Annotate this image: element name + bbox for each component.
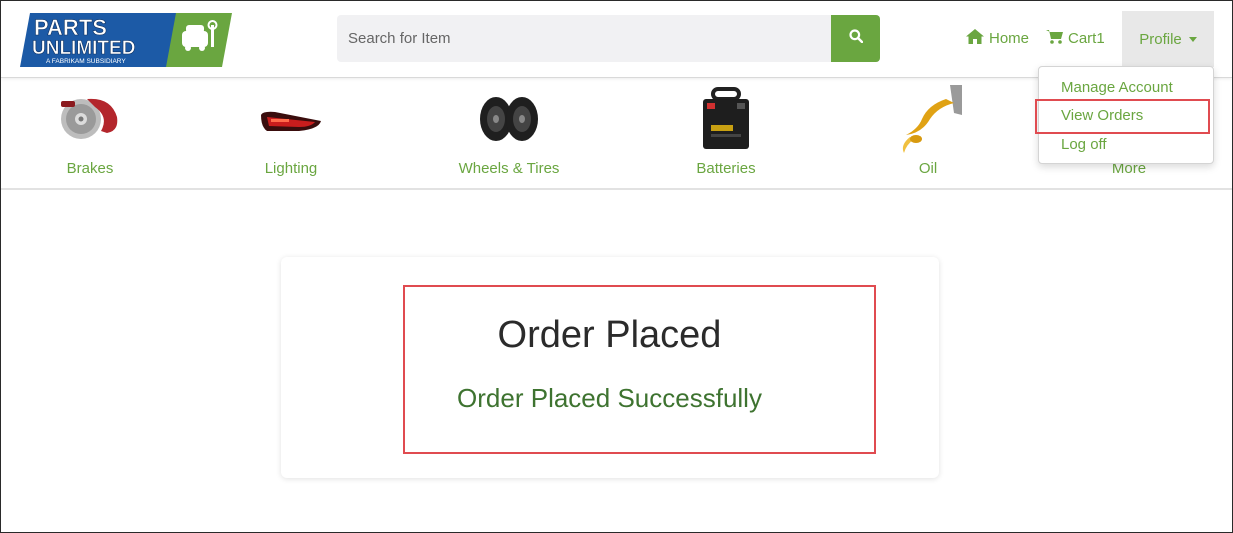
home-icon xyxy=(966,29,984,48)
lighting-image xyxy=(259,109,323,140)
wheels-tires-image xyxy=(477,93,541,150)
category-label: Wheels & Tires xyxy=(458,160,560,177)
cart-icon xyxy=(1046,29,1063,48)
view-orders-highlight xyxy=(1035,99,1210,134)
category-brakes[interactable]: Brakes xyxy=(20,79,160,190)
order-success-message: Order Placed Successfully xyxy=(457,383,762,413)
order-confirmation-highlight xyxy=(403,285,876,454)
category-oil[interactable]: Oil xyxy=(858,79,998,190)
svg-text:A FABRIKAM SUBSIDIARY: A FABRIKAM SUBSIDIARY xyxy=(46,58,126,65)
svg-text:PARTS: PARTS xyxy=(34,15,107,40)
home-link[interactable]: Home xyxy=(966,29,1029,48)
oil-image xyxy=(894,85,962,158)
category-wheels-tires[interactable]: Wheels & Tires xyxy=(439,79,579,190)
home-label: Home xyxy=(989,30,1030,47)
brand-logo[interactable]: PARTS UNLIMITED A FABRIKAM SUBSIDIARY xyxy=(20,13,232,67)
batteries-image xyxy=(699,87,753,156)
category-label: Lighting xyxy=(264,160,318,177)
search-icon xyxy=(848,29,863,48)
cart-link[interactable]: Cart1 xyxy=(1046,29,1105,48)
svg-text:UNLIMITED: UNLIMITED xyxy=(32,38,135,59)
order-title: Order Placed xyxy=(497,314,722,356)
brakes-image xyxy=(57,87,123,148)
log-off-menu-item[interactable]: Log off xyxy=(1061,136,1107,153)
cart-label: Cart xyxy=(1068,30,1097,47)
app-frame: PARTS UNLIMITED A FABRIKAM SUBSIDIARY Se… xyxy=(0,0,1233,533)
category-label: Batteries xyxy=(696,160,756,177)
profile-dropdown-toggle[interactable]: Profile xyxy=(1122,11,1214,67)
search-bar xyxy=(337,15,880,62)
category-label: Brakes xyxy=(66,160,114,177)
manage-account-menu-item[interactable]: Manage Account xyxy=(1061,79,1173,96)
search-button[interactable] xyxy=(831,15,880,62)
category-batteries[interactable]: Batteries xyxy=(656,79,796,190)
category-lighting[interactable]: Lighting xyxy=(221,79,361,190)
caret-down-icon xyxy=(1188,36,1197,42)
category-label: Oil xyxy=(918,160,938,177)
profile-label: Profile xyxy=(1139,30,1182,48)
search-input[interactable] xyxy=(337,15,831,62)
cart-count: 1 xyxy=(1096,30,1105,47)
